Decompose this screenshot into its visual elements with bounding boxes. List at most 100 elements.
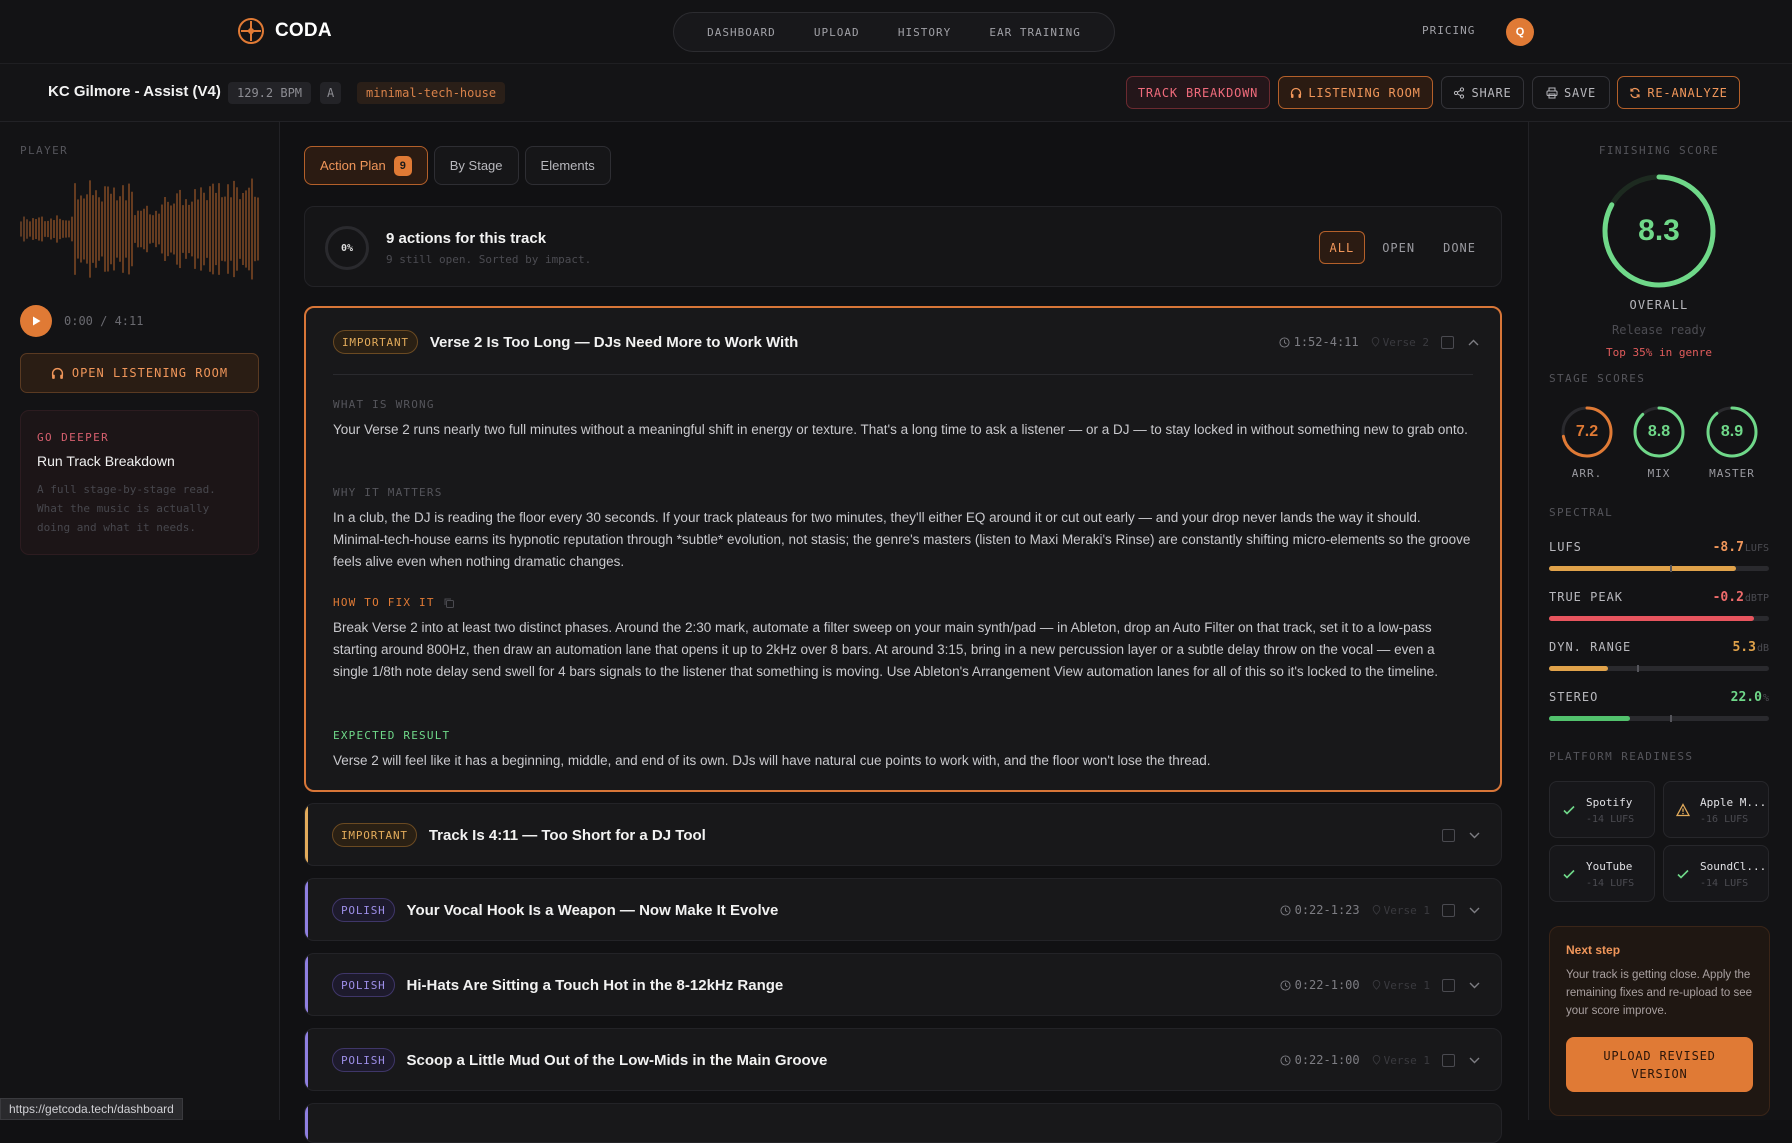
- section-ref-text: Verse 1: [1383, 903, 1430, 917]
- play-button[interactable]: [20, 305, 52, 337]
- nav-dashboard[interactable]: DASHBOARD: [707, 26, 776, 39]
- priority-tag: POLISH: [332, 1048, 395, 1072]
- share-icon: [1454, 86, 1465, 99]
- tab-action-plan[interactable]: Action Plan 9: [304, 146, 428, 185]
- overall-score: 8.3: [1638, 214, 1680, 247]
- platform-soundcloud[interactable]: SoundCl... -14 LUFS: [1663, 845, 1769, 902]
- stage-scores-label: STAGE SCORES: [1549, 372, 1646, 385]
- metric-unit: dB: [1756, 643, 1769, 654]
- time-range-text: 0:22-1:00: [1294, 978, 1360, 992]
- done-checkbox[interactable]: [1442, 828, 1455, 842]
- time-range-text: 0:22-1:23: [1294, 903, 1360, 917]
- stage-arrangement[interactable]: 7.2 ARR.: [1559, 404, 1615, 480]
- section-ref-text: Verse 2: [1382, 335, 1429, 349]
- go-deeper-title: Run Track Breakdown: [37, 453, 175, 469]
- progress-ring: 0%: [325, 226, 369, 270]
- reanalyze-button[interactable]: RE-ANALYZE: [1617, 76, 1740, 109]
- pin-icon: [1372, 905, 1380, 915]
- stage-master[interactable]: 8.9 MASTER: [1704, 404, 1760, 480]
- tab-elements[interactable]: Elements: [524, 146, 611, 185]
- nav-ear-training[interactable]: EAR TRAINING: [989, 26, 1080, 39]
- platform-name: Spotify: [1586, 796, 1633, 809]
- play-icon: [33, 316, 41, 326]
- action-card[interactable]: POLISH Your Vocal Hook Is a Weapon — Now…: [304, 878, 1502, 941]
- action-title: Verse 2 Is Too Long — DJs Need More to W…: [429, 333, 799, 351]
- metric-bar: [1549, 715, 1769, 722]
- target-marker: [1637, 665, 1639, 672]
- action-card[interactable]: POLISH Hi-Hats Are Sitting a Touch Hot i…: [304, 953, 1502, 1016]
- how-to-fix-text-label: HOW TO FIX IT: [333, 596, 435, 609]
- view-tabs: Action Plan 9 By Stage Elements: [304, 146, 611, 185]
- logo[interactable]: CODA: [237, 17, 332, 45]
- expected-result-label: EXPECTED RESULT: [333, 729, 451, 742]
- done-checkbox[interactable]: [1442, 978, 1455, 992]
- target-marker: [1670, 565, 1672, 572]
- summary-subtitle: 9 still open. Sorted by impact.: [386, 253, 592, 266]
- action-title: Track Is 4:11 — Too Short for a DJ Tool: [428, 826, 706, 844]
- filter-all[interactable]: ALL: [1318, 231, 1366, 264]
- time-range-text: 0:22-1:00: [1294, 1053, 1360, 1067]
- platform-spotify[interactable]: Spotify -14 LUFS: [1549, 781, 1655, 838]
- section-ref: Verse 1: [1372, 1054, 1430, 1067]
- chevron-up-icon[interactable]: [1466, 335, 1480, 349]
- why-it-matters-label: WHY IT MATTERS: [333, 486, 443, 499]
- action-card-header[interactable]: IMPORTANT Verse 2 Is Too Long — DJs Need…: [333, 328, 1480, 356]
- pin-icon: [1371, 337, 1379, 347]
- chevron-down-icon[interactable]: [1467, 978, 1481, 992]
- waveform[interactable]: [20, 170, 260, 288]
- action-title: Scoop a Little Mud Out of the Low-Mids i…: [406, 1051, 828, 1069]
- section-ref: Verse 2: [1371, 336, 1429, 349]
- platform-target: -14 LUFS: [1586, 878, 1635, 889]
- genre-chip: minimal-tech-house: [357, 82, 506, 104]
- track-breakdown-button[interactable]: TRACK BREAKDOWN: [1126, 76, 1270, 109]
- metric-bar: [1549, 565, 1769, 572]
- share-label: SHARE: [1471, 85, 1512, 100]
- action-title: Hi-Hats Are Sitting a Touch Hot in the 8…: [406, 976, 784, 994]
- metric-fill: [1549, 566, 1736, 571]
- filter-open[interactable]: OPEN: [1371, 231, 1426, 264]
- done-checkbox[interactable]: [1442, 903, 1455, 917]
- avatar[interactable]: Q: [1506, 18, 1534, 46]
- nav-pricing[interactable]: PRICING: [1422, 24, 1475, 37]
- priority-tag: IMPORTANT: [333, 330, 418, 354]
- stage-label: MASTER: [1709, 467, 1755, 480]
- open-listening-room-button[interactable]: OPEN LISTENING ROOM: [20, 353, 259, 393]
- expected-result-text: Verse 2 will feel like it has a beginnin…: [333, 753, 1211, 768]
- done-checkbox[interactable]: [1442, 1053, 1455, 1067]
- nav-history[interactable]: HISTORY: [898, 26, 951, 39]
- chevron-down-icon[interactable]: [1467, 1053, 1481, 1067]
- listening-room-label: LISTENING ROOM: [1308, 85, 1421, 100]
- save-button[interactable]: SAVE: [1532, 76, 1610, 109]
- action-summary: 0% 9 actions for this track 9 still open…: [304, 206, 1502, 287]
- platform-youtube[interactable]: YouTube -14 LUFS: [1549, 845, 1655, 902]
- filter-done[interactable]: DONE: [1432, 231, 1487, 264]
- metric-fill: [1549, 666, 1609, 671]
- go-deeper-card[interactable]: GO DEEPER Run Track Breakdown A full sta…: [20, 410, 259, 555]
- stage-mix[interactable]: 8.8 MIX: [1631, 404, 1687, 480]
- upload-revised-button[interactable]: UPLOAD REVISED VERSION: [1566, 1037, 1753, 1092]
- go-deeper-desc: A full stage-by-stage read. What the mus…: [37, 483, 216, 534]
- chevron-down-icon[interactable]: [1467, 903, 1481, 917]
- share-button[interactable]: SHARE: [1441, 76, 1524, 109]
- platform-readiness-label: PLATFORM READINESS: [1549, 750, 1694, 763]
- platform-apple-music[interactable]: Apple M... -16 LUFS: [1663, 781, 1769, 838]
- what-is-wrong-text: Your Verse 2 runs nearly two full minute…: [333, 422, 1468, 437]
- clock-icon: [1280, 979, 1291, 991]
- stage-score: 8.9: [1720, 423, 1744, 440]
- stage-label: MIX: [1647, 467, 1671, 480]
- section-ref-text: Verse 1: [1383, 978, 1430, 992]
- action-card[interactable]: IMPORTANT Track Is 4:11 — Too Short for …: [304, 803, 1502, 866]
- copy-icon[interactable]: [443, 597, 455, 609]
- metric-bar: [1549, 665, 1769, 672]
- priority-tag: IMPORTANT: [332, 823, 417, 847]
- tab-by-stage[interactable]: By Stage: [433, 146, 519, 185]
- chevron-down-icon[interactable]: [1467, 828, 1481, 842]
- pin-icon: [1372, 980, 1380, 990]
- action-card[interactable]: [304, 1103, 1502, 1143]
- done-checkbox[interactable]: [1441, 335, 1454, 349]
- tab-action-plan-label: Action Plan: [320, 158, 386, 173]
- action-card[interactable]: POLISH Scoop a Little Mud Out of the Low…: [304, 1028, 1502, 1091]
- check-icon: [1563, 869, 1575, 879]
- listening-room-button[interactable]: LISTENING ROOM: [1278, 76, 1433, 109]
- nav-upload[interactable]: UPLOAD: [814, 26, 860, 39]
